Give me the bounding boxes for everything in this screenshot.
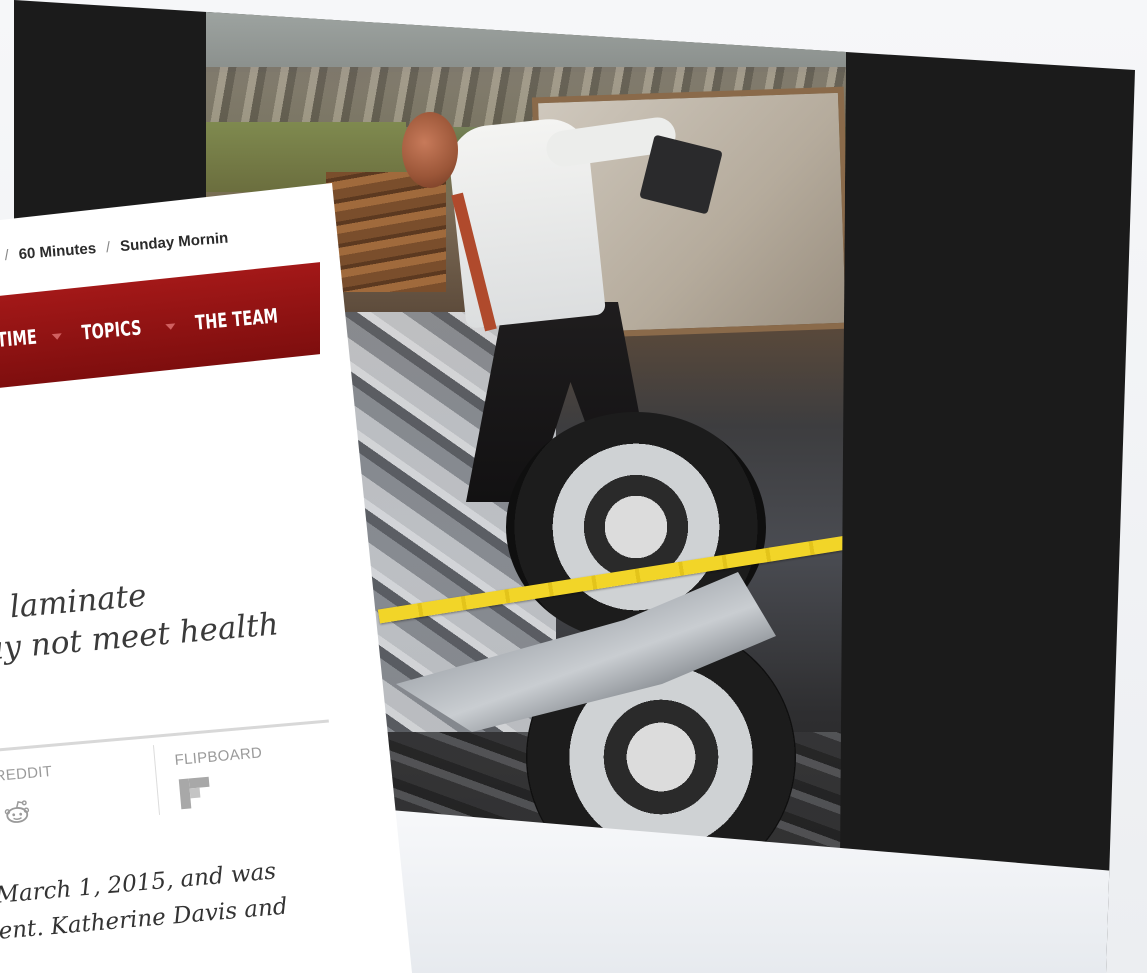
breadcrumb-separator: / <box>3 246 10 265</box>
flipboard-share-label: FLIPBOARD <box>174 744 263 769</box>
flipboard-icon[interactable] <box>177 775 214 812</box>
photo-man-head <box>402 112 458 188</box>
breadcrumb-separator: / <box>105 238 111 257</box>
screen: /60 Minutes / Sunday Mornin TIME TOPICS THE … <box>0 0 1147 973</box>
breadcrumb: / 60 Minutes / Sunday Mornin <box>0 230 229 265</box>
breadcrumb-link-sunday-morning[interactable]: Sunday Mornin <box>119 230 228 255</box>
article-headline: e laminate ay not meet health <box>0 564 280 669</box>
photo-boards <box>326 172 446 292</box>
breadcrumb-link-60-minutes[interactable]: 60 Minutes <box>18 240 97 263</box>
article-body: March 1, 2015, and was ent. Katherine Da… <box>0 853 289 950</box>
share-separator <box>152 745 161 815</box>
chevron-down-icon[interactable] <box>165 322 176 330</box>
nav-item-time[interactable]: TIME <box>0 325 38 352</box>
reddit-icon[interactable] <box>2 797 32 827</box>
photo-wall <box>206 12 846 72</box>
chevron-down-icon[interactable] <box>52 332 63 340</box>
share-divider <box>0 719 329 753</box>
reddit-share-label: REDDIT <box>0 762 53 785</box>
